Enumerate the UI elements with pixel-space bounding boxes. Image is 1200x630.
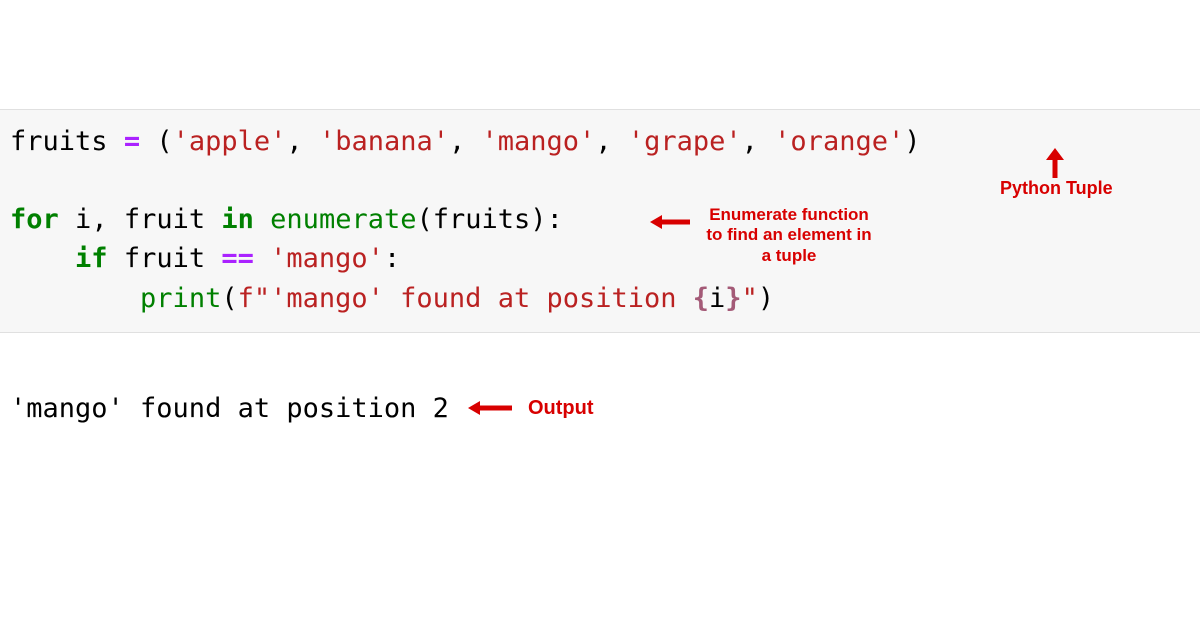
- var-fruit: fruit: [124, 204, 205, 235]
- indent: [10, 283, 140, 314]
- paren-close: ): [530, 204, 546, 235]
- paren-close: ): [758, 283, 774, 314]
- fstring-open: "'mango' found at position: [254, 283, 693, 314]
- builtin-print: print: [140, 283, 221, 314]
- output-text: 'mango' found at position 2: [10, 393, 449, 424]
- paren-open: (: [221, 283, 237, 314]
- var-i: i: [75, 204, 91, 235]
- annotation-enumerate: Enumerate function to find an element in…: [694, 205, 884, 266]
- comma: ,: [91, 204, 107, 235]
- str-apple: 'apple': [173, 126, 287, 157]
- code-line-1: fruits = ('apple', 'banana', 'mango', 'g…: [10, 126, 920, 157]
- comma: ,: [449, 126, 465, 157]
- annotation-output: Output: [528, 396, 594, 420]
- code-line-4: if fruit == 'mango':: [10, 243, 400, 274]
- str-banana: 'banana': [319, 126, 449, 157]
- annotation-enum-line3: a tuple: [694, 246, 884, 266]
- var-fruit: fruit: [124, 243, 205, 274]
- indent: [10, 243, 75, 274]
- code-line-5: print(f"'mango' found at position {i}"): [10, 283, 774, 314]
- arrow-left-icon: [650, 212, 692, 232]
- kw-in: in: [221, 204, 254, 235]
- interp-var: i: [709, 283, 725, 314]
- kw-for: for: [10, 204, 59, 235]
- fstring-close: ": [742, 283, 758, 314]
- fstring-prefix: f: [238, 283, 254, 314]
- str-mango-cmp: 'mango': [270, 243, 384, 274]
- str-grape: 'grape': [628, 126, 742, 157]
- comma: ,: [595, 126, 611, 157]
- str-mango: 'mango': [482, 126, 596, 157]
- code-line-3: for i, fruit in enumerate(fruits):: [10, 204, 563, 235]
- comma: ,: [286, 126, 302, 157]
- colon: :: [384, 243, 400, 274]
- interp-close: }: [725, 283, 741, 314]
- arrow-up-icon: [1040, 148, 1070, 180]
- annotation-enum-line1: Enumerate function: [694, 205, 884, 225]
- op-eq: ==: [221, 243, 254, 274]
- comma: ,: [742, 126, 758, 157]
- colon: :: [547, 204, 563, 235]
- paren-open: (: [416, 204, 432, 235]
- arrow-left-icon: [468, 398, 514, 418]
- annotation-tuple: Python Tuple: [1000, 178, 1113, 200]
- kw-if: if: [75, 243, 108, 274]
- arg-fruits: fruits: [433, 204, 531, 235]
- var-fruits: fruits: [10, 126, 108, 157]
- annotation-enum-line2: to find an element in: [694, 225, 884, 245]
- paren-open: (: [156, 126, 172, 157]
- paren-close: ): [904, 126, 920, 157]
- builtin-enumerate: enumerate: [270, 204, 416, 235]
- str-orange: 'orange': [774, 126, 904, 157]
- code-block: fruits = ('apple', 'banana', 'mango', 'g…: [0, 109, 1200, 333]
- op-assign: =: [124, 126, 140, 157]
- interp-open: {: [693, 283, 709, 314]
